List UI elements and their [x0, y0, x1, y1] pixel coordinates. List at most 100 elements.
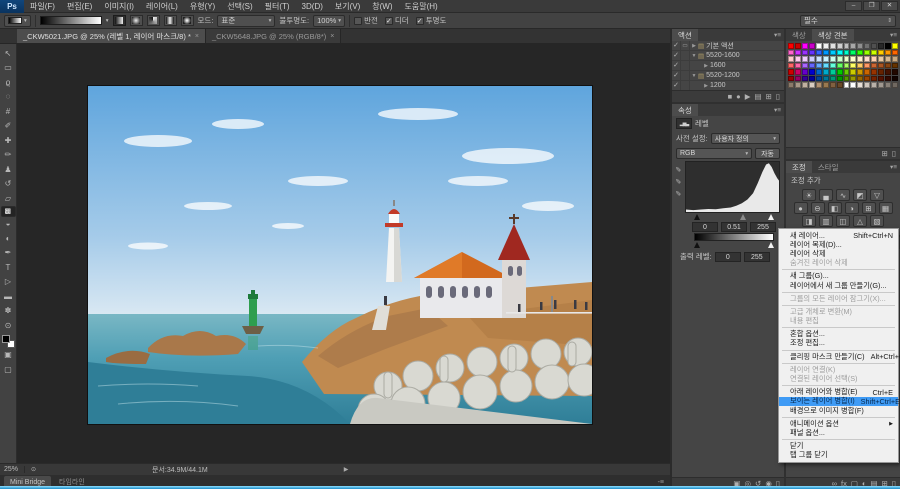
menu-item-2[interactable]: 이미지(I): [98, 0, 140, 13]
crop-tool[interactable]: #: [1, 104, 16, 119]
swatch-59[interactable]: [864, 63, 870, 69]
history-brush-tool[interactable]: ↺: [1, 177, 16, 192]
expand-arrow-icon[interactable]: ▶: [702, 63, 710, 69]
swatch-79[interactable]: [892, 69, 898, 75]
swatch-9[interactable]: [850, 43, 856, 49]
swatch-58[interactable]: [857, 63, 863, 69]
swatch-39[interactable]: [837, 56, 843, 62]
shape-tool[interactable]: ▬: [1, 289, 16, 304]
swatch-74[interactable]: [857, 69, 863, 75]
delete-icon[interactable]: ▯: [892, 149, 896, 159]
swatch-64[interactable]: [788, 69, 794, 75]
restore-button[interactable]: ❐: [863, 1, 880, 11]
document-tab-1[interactable]: _CKW5648.JPG @ 25% (RGB/8*)×: [206, 29, 341, 43]
close-icon[interactable]: ×: [195, 33, 199, 40]
menu-item-5[interactable]: 선택(S): [221, 0, 258, 13]
chevron-down-icon[interactable]: ▾: [106, 18, 109, 24]
swatch-30[interactable]: [885, 50, 891, 56]
swatch-88[interactable]: [844, 76, 850, 82]
expand-arrow-icon[interactable]: ▼: [690, 73, 698, 79]
swatch-24[interactable]: [844, 50, 850, 56]
preset-select[interactable]: 사용자 정의 ▾: [711, 133, 780, 144]
swatch-54[interactable]: [830, 63, 836, 69]
brightness-contrast-icon[interactable]: ☀: [802, 189, 816, 201]
swatch-67[interactable]: [809, 69, 815, 75]
stop-icon[interactable]: ■: [728, 92, 733, 102]
screen-mode-button[interactable]: ▢: [1, 362, 16, 377]
color-lookup-icon[interactable]: ▦: [879, 202, 893, 214]
swatch-84[interactable]: [816, 76, 822, 82]
swatch-37[interactable]: [823, 56, 829, 62]
swatch-96[interactable]: [788, 82, 794, 88]
gradient-preview[interactable]: [40, 16, 102, 25]
quick-selection-tool[interactable]: ◌: [1, 90, 16, 105]
foreground-color-chip[interactable]: [2, 335, 10, 343]
type-tool[interactable]: T: [1, 260, 16, 275]
swatch-32[interactable]: [788, 56, 794, 62]
action-dialog-toggle-icon[interactable]: [681, 81, 690, 90]
swatch-11[interactable]: [864, 43, 870, 49]
angle-gradient-button[interactable]: [147, 15, 160, 26]
swatch-1[interactable]: [795, 43, 801, 49]
swatch-51[interactable]: [809, 63, 815, 69]
delete-icon[interactable]: ▯: [776, 92, 780, 102]
swatch-28[interactable]: [871, 50, 877, 56]
swatch-105[interactable]: [850, 82, 856, 88]
move-tool[interactable]: ↖: [1, 46, 16, 61]
swatch-111[interactable]: [892, 82, 898, 88]
threshold-icon[interactable]: ◫: [836, 215, 850, 227]
input-high-field[interactable]: 255: [750, 222, 776, 232]
swatch-23[interactable]: [837, 50, 843, 56]
action-row-0[interactable]: ✓▭▶▤기본 액션: [672, 41, 784, 51]
color-balance-icon[interactable]: ⊖: [811, 202, 825, 214]
swatch-5[interactable]: [823, 43, 829, 49]
swatch-107[interactable]: [864, 82, 870, 88]
expand-arrow-icon[interactable]: ▶: [702, 83, 710, 89]
menu-item-3[interactable]: 레이어(L): [140, 0, 184, 13]
swatch-85[interactable]: [823, 76, 829, 82]
photo-filter-icon[interactable]: ◑: [845, 202, 859, 214]
output-low-field[interactable]: 0: [715, 252, 741, 262]
clone-stamp-tool[interactable]: ♟: [1, 162, 16, 177]
swatch-76[interactable]: [871, 69, 877, 75]
swatch-19[interactable]: [809, 50, 815, 56]
swatch-21[interactable]: [823, 50, 829, 56]
swatch-77[interactable]: [878, 69, 884, 75]
black-white-icon[interactable]: ◧: [828, 202, 842, 214]
swatch-3[interactable]: [809, 43, 815, 49]
action-row-3[interactable]: ✓▼▤5520-1200: [672, 71, 784, 81]
invert-icon[interactable]: ◨: [802, 215, 816, 227]
swatch-57[interactable]: [850, 63, 856, 69]
action-row-4[interactable]: ✓▶1200: [672, 81, 784, 90]
rectangular-marquee-tool[interactable]: ▭: [1, 61, 16, 76]
posterize-icon[interactable]: ▥: [819, 215, 833, 227]
swatch-52[interactable]: [816, 63, 822, 69]
tab-swatches[interactable]: 색상 견본: [812, 29, 854, 41]
auto-button[interactable]: 자동: [755, 148, 780, 159]
swatch-63[interactable]: [892, 63, 898, 69]
swatch-94[interactable]: [885, 76, 891, 82]
panel-menu-icon[interactable]: ▾≡: [774, 106, 784, 114]
context-menu-item-14[interactable]: 조정 편집...: [779, 339, 898, 348]
swatch-15[interactable]: [892, 43, 898, 49]
swatch-62[interactable]: [885, 63, 891, 69]
blur-tool[interactable]: ◒: [1, 217, 16, 232]
swatch-42[interactable]: [857, 56, 863, 62]
action-dialog-toggle-icon[interactable]: [681, 51, 690, 60]
swatch-8[interactable]: [844, 43, 850, 49]
action-check-icon[interactable]: ✓: [672, 71, 681, 80]
swatch-12[interactable]: [871, 43, 877, 49]
menu-item-4[interactable]: 유형(Y): [184, 0, 221, 13]
selective-color-icon[interactable]: △: [853, 215, 867, 227]
swatch-49[interactable]: [795, 63, 801, 69]
eraser-tool[interactable]: ▱: [1, 191, 16, 206]
dodge-tool[interactable]: ◐: [1, 231, 16, 246]
swatch-100[interactable]: [816, 82, 822, 88]
swatch-14[interactable]: [885, 43, 891, 49]
eyedropper-tool[interactable]: ✐: [1, 119, 16, 134]
swatch-18[interactable]: [802, 50, 808, 56]
swatch-17[interactable]: [795, 50, 801, 56]
foreground-background-colors[interactable]: [2, 335, 15, 348]
swatch-108[interactable]: [871, 82, 877, 88]
output-high-field[interactable]: 255: [744, 252, 770, 262]
